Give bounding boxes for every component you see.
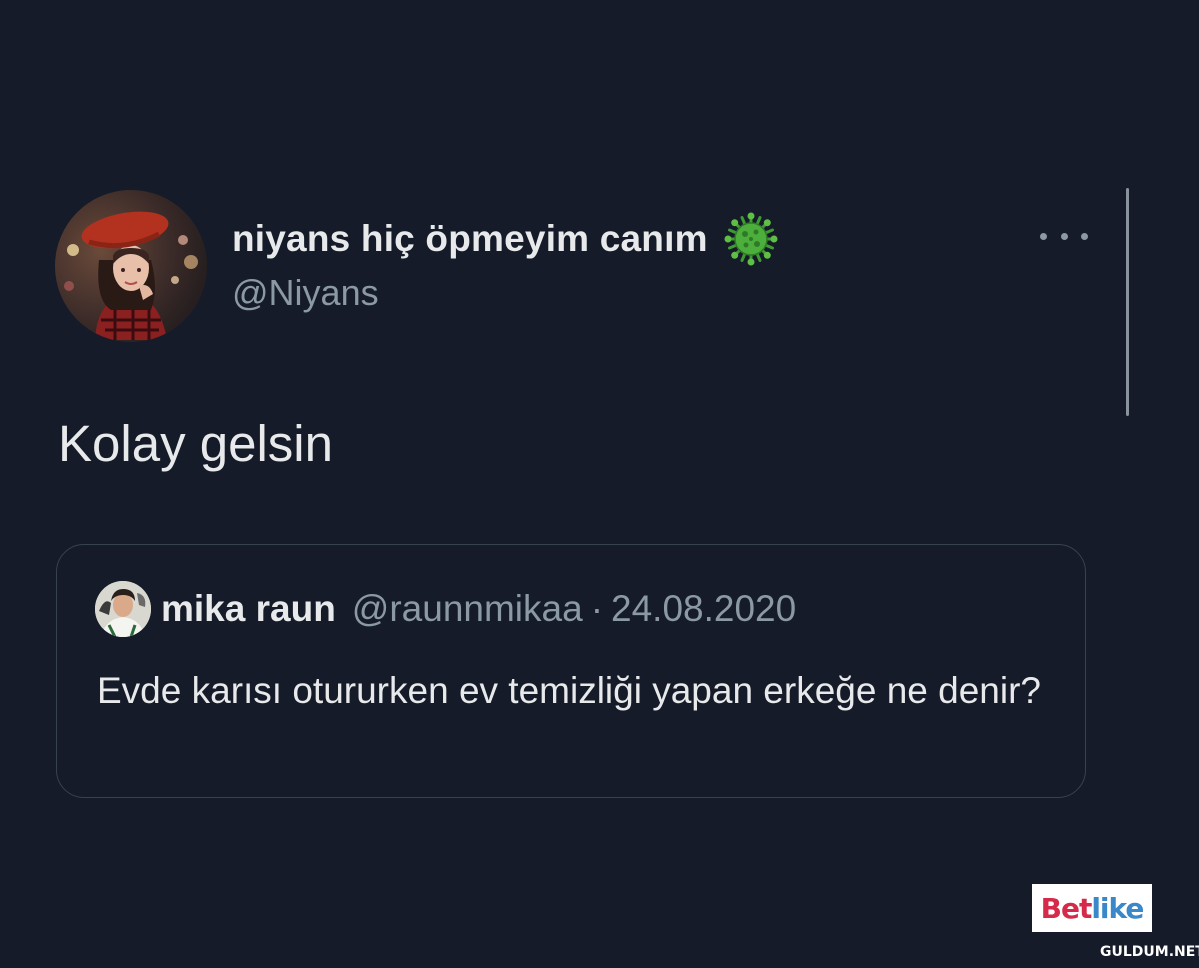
quoted-tweet[interactable]: mika raun @raunnmikaa · 24.08.2020 Evde … — [56, 544, 1086, 798]
more-dot — [1081, 232, 1088, 240]
betlike-logo-part2: like — [1091, 891, 1144, 925]
separator-dot: · — [590, 588, 604, 629]
more-dot — [1040, 232, 1047, 240]
betlike-logo: Bet like — [1032, 884, 1152, 932]
avatar[interactable] — [55, 190, 207, 342]
quoted-tweet-text: Evde karısı otururken ev temizliği yapan… — [97, 670, 1042, 711]
quoted-tweet-header: mika raun @raunnmikaa · 24.08.2020 — [95, 581, 796, 637]
display-name-row: niyans hiç öpmeyim canım — [232, 212, 778, 266]
more-horizontal-icon[interactable] — [1040, 224, 1088, 248]
quoted-display-name[interactable]: mika raun — [161, 588, 336, 630]
virus-icon — [724, 212, 778, 266]
display-name[interactable]: niyans hiç öpmeyim canım — [232, 218, 708, 260]
site-watermark: GULDUM.NET — [1100, 944, 1199, 960]
betlike-logo-part1: Bet — [1040, 891, 1093, 925]
quoted-date[interactable]: 24.08.2020 — [611, 588, 796, 630]
user-handle[interactable]: @Niyans — [232, 272, 379, 314]
tweet-text: Kolay gelsin — [58, 415, 333, 472]
more-dot — [1060, 232, 1068, 240]
scrollbar[interactable] — [1126, 188, 1129, 416]
quoted-avatar[interactable] — [95, 581, 151, 637]
tweet-screenshot: niyans hiç öpmeyim canım @Niyans Kolay g… — [0, 0, 1199, 968]
quoted-handle[interactable]: @raunnmikaa — [352, 588, 583, 630]
